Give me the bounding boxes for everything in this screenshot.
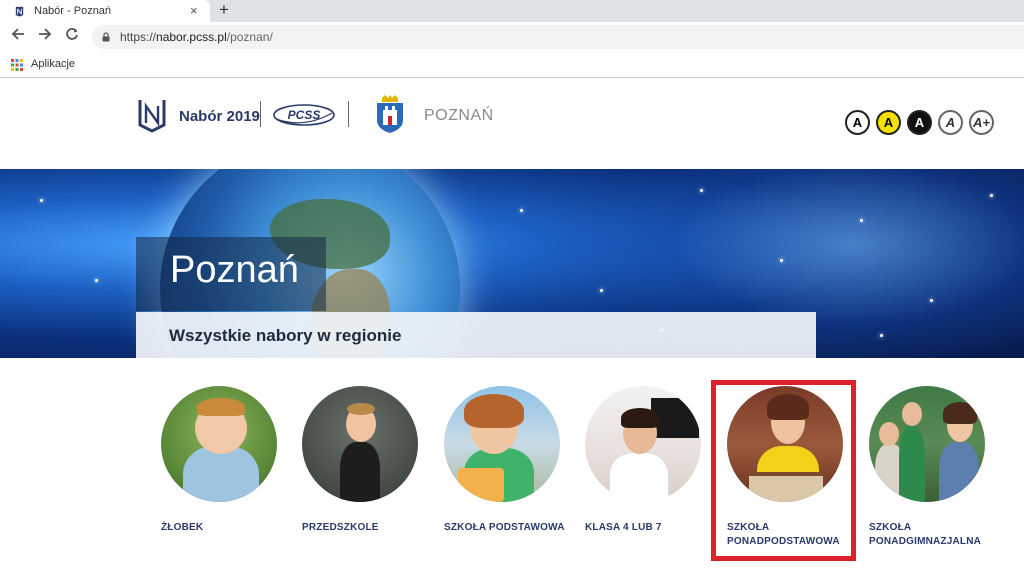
star (990, 194, 993, 197)
hero-banner: Poznań Wszystkie nabory w regionie (0, 169, 1024, 358)
banner-subtitle: Wszystkie nabory w regionie (169, 326, 402, 345)
selection-highlight-frame (711, 380, 856, 561)
figure-hair (197, 398, 245, 416)
contrast-yellow-button[interactable]: A (876, 110, 901, 135)
star (780, 259, 783, 262)
star (860, 219, 863, 222)
font-larger-button[interactable]: A+ (969, 110, 994, 135)
figure-hair (621, 408, 659, 428)
figure-head (902, 402, 922, 426)
category-przedszkole-image[interactable] (302, 386, 418, 502)
contrast-dark-button[interactable]: A (907, 110, 932, 135)
forward-arrow-icon[interactable] (35, 27, 55, 47)
apps-grid-icon[interactable] (11, 59, 23, 71)
figure-folder (458, 468, 504, 502)
star (520, 209, 523, 212)
tab-close-icon[interactable]: × (190, 3, 198, 19)
header-divider (348, 101, 349, 127)
browser-tab[interactable]: Nabór - Poznań × (0, 0, 210, 22)
category-klasa-4-lub-7-label[interactable]: KLASA 4 LUB 7 (585, 521, 725, 535)
figure-hair (464, 394, 524, 428)
figure-hair (943, 402, 977, 424)
category-klasa-4-lub-7[interactable]: KLASA 4 LUB 7 (585, 386, 715, 533)
back-arrow-icon[interactable] (8, 27, 28, 47)
contrast-default-button[interactable]: A (845, 110, 870, 135)
star (95, 279, 98, 282)
category-zlobek[interactable]: ŻŁOBEK (161, 386, 291, 533)
brand-name[interactable]: Nabór 2019 (179, 108, 260, 125)
font-normal-button[interactable]: A (938, 110, 963, 135)
banner-title: Poznań (170, 249, 299, 291)
category-szkola-ponadgimnazjalna-image[interactable] (869, 386, 985, 502)
figure-body (899, 426, 925, 502)
svg-text:PCSS: PCSS (288, 108, 321, 122)
category-szkola-podstawowa[interactable]: SZKOŁA PODSTAWOWA (444, 386, 574, 533)
browser-toolbar: https://nabor.pcss.pl/poznan/ (0, 22, 1024, 52)
star (700, 189, 703, 192)
star (880, 334, 883, 337)
figure-head (879, 422, 899, 446)
header-divider (260, 101, 261, 127)
figure-body (183, 446, 259, 502)
url-scheme: https:// (120, 30, 157, 44)
new-tab-button[interactable]: + (219, 1, 229, 19)
lock-icon (102, 32, 110, 42)
address-bar[interactable]: https://nabor.pcss.pl/poznan/ (92, 25, 1024, 49)
poznan-coat-of-arms-icon (377, 95, 403, 133)
pcss-logo-icon[interactable]: PCSS (272, 103, 336, 127)
category-klasa-4-lub-7-image[interactable] (585, 386, 701, 502)
nabor-logo-icon[interactable] (137, 97, 167, 133)
reload-icon[interactable] (62, 27, 82, 47)
category-przedszkole[interactable]: PRZEDSZKOLE (302, 386, 432, 533)
city-name: POZNAŃ (424, 107, 494, 124)
star (600, 289, 603, 292)
url-text: https://nabor.pcss.pl/poznan/ (120, 30, 273, 44)
bookmark-apps[interactable]: Aplikacje (31, 58, 75, 70)
star (930, 299, 933, 302)
category-szkola-podstawowa-image[interactable] (444, 386, 560, 502)
category-zlobek-image[interactable] (161, 386, 277, 502)
bookmarks-bar: Aplikacje (0, 52, 1024, 78)
figure-body (340, 442, 380, 502)
star (40, 199, 43, 202)
figure-body (939, 442, 979, 502)
url-host: nabor.pcss.pl (156, 30, 227, 44)
category-szkola-ponadgimnazjalna[interactable]: SZKOŁA PONADGIMNAZJALNA (869, 386, 999, 547)
url-path: /poznan/ (226, 30, 273, 44)
figure-hair (347, 403, 375, 415)
category-szkola-ponadgimnazjalna-label[interactable]: SZKOŁA PONADGIMNAZJALNA (869, 521, 1009, 549)
tab-title: Nabór - Poznań (34, 5, 112, 17)
site-header: Nabór 2019 PCSS POZNAŃ A A A A A+ (0, 79, 1024, 169)
figure-body (609, 452, 669, 502)
site-favicon-icon (15, 6, 24, 17)
category-szkola-podstawowa-label[interactable]: SZKOŁA PODSTAWOWA (444, 521, 584, 535)
category-zlobek-label[interactable]: ŻŁOBEK (161, 521, 301, 535)
category-przedszkole-label[interactable]: PRZEDSZKOLE (302, 521, 442, 535)
browser-tabbar: Nabór - Poznań × + (0, 0, 1024, 22)
